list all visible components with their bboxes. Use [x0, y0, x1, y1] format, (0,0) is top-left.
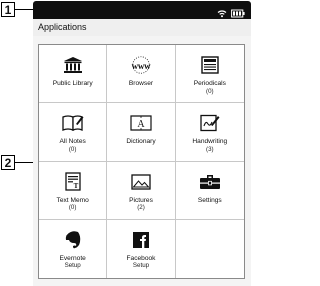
www-icon: www — [130, 55, 152, 75]
app-tile-text-memo[interactable]: T Text Memo (0) — [39, 161, 108, 220]
app-label: Handwriting — [192, 138, 228, 146]
callout-leader-2 — [15, 162, 33, 163]
app-sublabel: (2) — [137, 204, 145, 211]
app-tile-periodicals[interactable]: Periodicals (0) — [175, 45, 244, 104]
device-screen: Applications Public Library www Browser … — [33, 1, 251, 286]
app-label: All Notes — [59, 138, 86, 146]
app-tile-dictionary[interactable]: A Dictionary — [107, 103, 176, 162]
app-label: Facebook — [126, 254, 156, 262]
app-tile-browser[interactable]: www Browser — [107, 45, 176, 104]
app-sublabel: (0) — [68, 204, 77, 211]
app-tile-pictures[interactable]: Pictures (2) — [107, 161, 176, 220]
callout-label-1: 1 — [1, 2, 15, 17]
app-label: Browser — [128, 80, 154, 87]
app-tile-settings[interactable]: Settings — [175, 162, 244, 220]
notes-icon — [62, 113, 84, 133]
app-label: Public Library — [52, 80, 93, 87]
app-sublabel: Setup — [64, 262, 81, 270]
evernote-icon — [62, 230, 84, 250]
svg-text:A: A — [137, 119, 145, 130]
library-icon — [62, 55, 84, 75]
app-grid: Public Library www Browser Periodicals (… — [38, 44, 245, 279]
handwriting-icon — [199, 113, 221, 133]
app-tile-evernote[interactable]: Evernote Setup — [39, 219, 108, 278]
app-tile-facebook[interactable]: Facebook Setup — [107, 219, 176, 278]
periodicals-icon — [199, 55, 221, 75]
app-sublabel: (3) — [206, 145, 214, 153]
app-grid-area: Public Library www Browser Periodicals (… — [33, 36, 251, 286]
app-tile-handwriting[interactable]: Handwriting (3) — [175, 103, 244, 162]
app-label: Text Memo — [56, 196, 89, 204]
status-bar — [33, 1, 251, 19]
callout-leader-1 — [15, 9, 33, 10]
app-label: Periodicals — [193, 80, 226, 87]
page-title: Applications — [38, 22, 87, 32]
text-memo-icon: T — [62, 172, 84, 192]
svg-text:T: T — [73, 182, 78, 190]
app-label: Settings — [197, 196, 222, 204]
www-glyph: www — [131, 60, 151, 71]
applications-header: Applications — [33, 19, 251, 37]
app-label: Evernote — [59, 254, 86, 262]
app-label: Dictionary — [126, 138, 156, 146]
callout-label-2: 2 — [1, 155, 15, 170]
settings-icon — [199, 172, 221, 192]
facebook-icon — [130, 230, 152, 250]
pictures-icon — [130, 172, 152, 192]
dictionary-icon: A — [130, 113, 152, 133]
app-label: Pictures — [129, 196, 153, 204]
app-sublabel: (0) — [206, 87, 214, 95]
app-sublabel: (0) — [68, 145, 77, 153]
app-tile-empty — [175, 219, 244, 278]
app-tile-all-notes[interactable]: All Notes (0) — [39, 103, 108, 162]
app-sublabel: Setup — [132, 262, 150, 270]
app-tile-public-library[interactable]: Public Library — [39, 45, 108, 104]
